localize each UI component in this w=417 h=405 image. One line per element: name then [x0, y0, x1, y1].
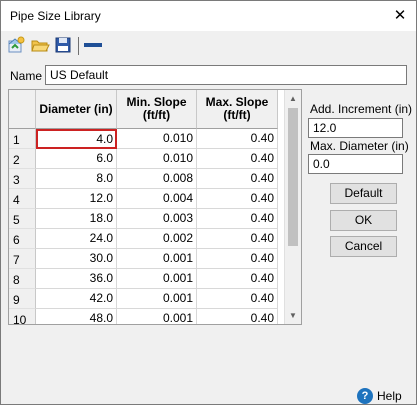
- add-increment-label: Add. Increment (in): [310, 102, 413, 116]
- row-number[interactable]: 9: [9, 289, 36, 309]
- toolbar: [1, 31, 416, 59]
- diameter-cell[interactable]: 30.0: [36, 249, 117, 269]
- max-slope-cell[interactable]: 0.40: [197, 269, 278, 289]
- table-row[interactable]: 1 4.0 0.010 0.40: [9, 129, 279, 149]
- table-row[interactable]: 7 30.0 0.001 0.40: [9, 249, 279, 269]
- max-slope-cell[interactable]: 0.40: [197, 209, 278, 229]
- pipe-size-library-dialog: Pipe Size Library ✕ Name US Default Diam…: [0, 0, 417, 405]
- row-number[interactable]: 7: [9, 249, 36, 269]
- min-slope-cell[interactable]: 0.001: [117, 249, 197, 269]
- max-slope-cell[interactable]: 0.40: [197, 169, 278, 189]
- scroll-up-arrow-icon[interactable]: ▲: [285, 90, 301, 107]
- new-library-icon[interactable]: [6, 35, 26, 55]
- toolbar-separator: [78, 37, 79, 55]
- table-row[interactable]: 10 48.0 0.001 0.40: [9, 309, 279, 324]
- row-number[interactable]: 2: [9, 149, 36, 169]
- diameter-cell[interactable]: 8.0: [36, 169, 117, 189]
- cancel-button[interactable]: Cancel: [330, 236, 397, 257]
- row-number[interactable]: 5: [9, 209, 36, 229]
- scroll-down-arrow-icon[interactable]: ▼: [285, 307, 301, 324]
- diameter-cell[interactable]: 12.0: [36, 189, 117, 209]
- help-link[interactable]: ? Help: [357, 387, 402, 405]
- name-input[interactable]: [45, 65, 407, 85]
- ok-button[interactable]: OK: [330, 210, 397, 231]
- max-slope-cell[interactable]: 0.40: [197, 129, 278, 149]
- table-row[interactable]: 8 36.0 0.001 0.40: [9, 269, 279, 289]
- diameter-cell[interactable]: 36.0: [36, 269, 117, 289]
- diameter-cell[interactable]: 24.0: [36, 229, 117, 249]
- min-slope-cell[interactable]: 0.002: [117, 229, 197, 249]
- row-number[interactable]: 6: [9, 229, 36, 249]
- grid-header: Diameter (in) Min. Slope (ft/ft) Max. Sl…: [9, 90, 279, 129]
- diameter-cell[interactable]: 6.0: [36, 149, 117, 169]
- close-button[interactable]: ✕: [384, 1, 416, 31]
- max-slope-cell[interactable]: 0.40: [197, 289, 278, 309]
- table-row[interactable]: 9 42.0 0.001 0.40: [9, 289, 279, 309]
- grid-vertical-scrollbar[interactable]: ▲ ▼: [284, 90, 301, 324]
- table-row[interactable]: 4 12.0 0.004 0.40: [9, 189, 279, 209]
- row-number[interactable]: 8: [9, 269, 36, 289]
- remove-line-icon[interactable]: [83, 35, 103, 55]
- diameter-cell[interactable]: 42.0: [36, 289, 117, 309]
- min-slope-cell[interactable]: 0.004: [117, 189, 197, 209]
- scroll-thumb[interactable]: [288, 108, 298, 246]
- default-button[interactable]: Default: [330, 183, 397, 204]
- column-header-diameter[interactable]: Diameter (in): [36, 90, 117, 129]
- min-slope-cell[interactable]: 0.003: [117, 209, 197, 229]
- diameter-cell[interactable]: 18.0: [36, 209, 117, 229]
- max-slope-cell[interactable]: 0.40: [197, 149, 278, 169]
- min-slope-cell[interactable]: 0.001: [117, 269, 197, 289]
- max-diameter-input[interactable]: [308, 154, 403, 174]
- min-slope-cell[interactable]: 0.001: [117, 309, 197, 324]
- name-label: Name: [10, 69, 43, 83]
- window-title: Pipe Size Library: [10, 9, 101, 23]
- diameter-cell[interactable]: 4.0: [36, 129, 117, 149]
- max-slope-cell[interactable]: 0.40: [197, 249, 278, 269]
- row-number[interactable]: 4: [9, 189, 36, 209]
- row-number[interactable]: 10: [9, 309, 36, 324]
- row-number[interactable]: 1: [9, 129, 36, 149]
- help-icon: ?: [357, 388, 373, 404]
- add-increment-input[interactable]: [308, 118, 403, 138]
- column-header-min-slope[interactable]: Min. Slope (ft/ft): [117, 90, 197, 129]
- min-slope-cell[interactable]: 0.001: [117, 289, 197, 309]
- max-slope-cell[interactable]: 0.40: [197, 229, 278, 249]
- help-label: Help: [377, 389, 402, 403]
- pipe-size-grid[interactable]: Diameter (in) Min. Slope (ft/ft) Max. Sl…: [8, 89, 302, 325]
- row-number[interactable]: 3: [9, 169, 36, 189]
- max-slope-cell[interactable]: 0.40: [197, 189, 278, 209]
- table-row[interactable]: 5 18.0 0.003 0.40: [9, 209, 279, 229]
- title-bar[interactable]: Pipe Size Library ✕: [1, 1, 416, 31]
- min-slope-cell[interactable]: 0.010: [117, 149, 197, 169]
- table-row[interactable]: 3 8.0 0.008 0.40: [9, 169, 279, 189]
- save-disk-icon[interactable]: [53, 35, 73, 55]
- table-row[interactable]: 6 24.0 0.002 0.40: [9, 229, 279, 249]
- max-diameter-label: Max. Diameter (in): [310, 139, 409, 153]
- column-header-max-slope[interactable]: Max. Slope (ft/ft): [197, 90, 278, 129]
- diameter-cell[interactable]: 48.0: [36, 309, 117, 324]
- table-row[interactable]: 2 6.0 0.010 0.40: [9, 149, 279, 169]
- min-slope-cell[interactable]: 0.010: [117, 129, 197, 149]
- open-folder-icon[interactable]: [30, 35, 50, 55]
- max-slope-cell[interactable]: 0.40: [197, 309, 278, 324]
- min-slope-cell[interactable]: 0.008: [117, 169, 197, 189]
- grid-corner: [9, 90, 36, 129]
